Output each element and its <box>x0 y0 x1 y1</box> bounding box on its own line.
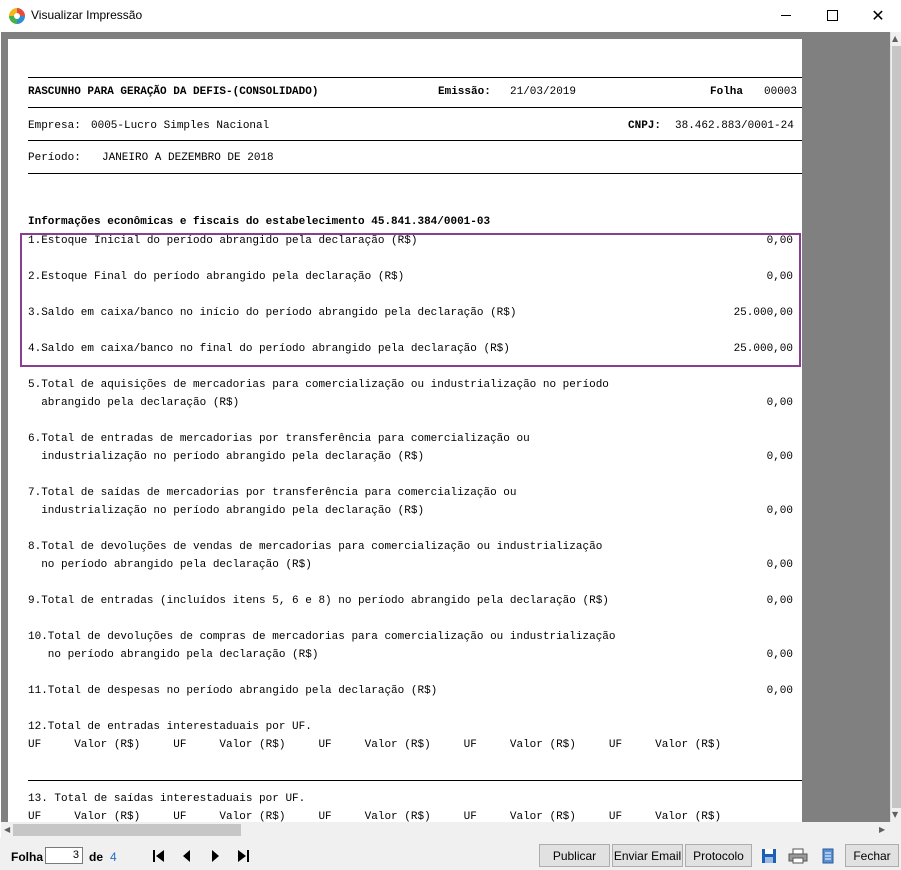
save-button[interactable] <box>757 844 781 867</box>
item12-title: 12.Total de entradas interestaduais por … <box>28 721 312 733</box>
scroll-left-icon[interactable]: ◀ <box>4 825 10 834</box>
app-logo-icon <box>9 8 25 24</box>
folha-label: Folha <box>11 850 43 864</box>
scroll-right-icon[interactable]: ▶ <box>879 825 885 834</box>
emissao-label: Emissão: <box>438 86 491 98</box>
title-bar: Visualizar Impressão ✕ <box>0 0 901 32</box>
item-value: 0,00 <box>766 595 793 607</box>
item-label-continued: abrangido pela declaração (R$) <box>28 397 240 409</box>
item-value: 0,00 <box>766 397 793 409</box>
first-page-button[interactable] <box>147 845 171 867</box>
horizontal-scroll-thumb[interactable] <box>13 824 241 836</box>
periodo-value: JANEIRO A DEZEMBRO DE 2018 <box>102 152 274 164</box>
publicar-button[interactable]: Publicar <box>539 844 610 867</box>
print-icon <box>788 848 808 863</box>
prev-page-icon <box>183 850 190 862</box>
folha-value: 00003 <box>764 86 798 98</box>
periodo-label: Período: <box>28 152 81 164</box>
item-label: 8.Total de devoluções de vendas de merca… <box>28 541 603 553</box>
print-preview-area[interactable]: RASCUNHO PARA GERAÇÃO DA DEFIS-(CONSOLID… <box>1 32 890 822</box>
section-title: Informações econômicas e fiscais do esta… <box>28 216 491 228</box>
bottom-toolbar: Folha 3 de 4 Publicar Enviar Email Proto… <box>0 838 901 870</box>
next-page-icon <box>212 850 219 862</box>
vertical-scroll-thumb[interactable] <box>892 46 901 808</box>
fechar-button[interactable]: Fechar <box>845 844 899 867</box>
folha-label: Folha <box>710 86 744 98</box>
item-label-continued: industrialização no período abrangido pe… <box>28 505 425 517</box>
uf-header: UF Valor (R$) UF Valor (R$) UF Valor (R$… <box>28 739 722 751</box>
scroll-corner <box>890 822 901 838</box>
item-label: 3.Saldo em caixa/banco no início do perí… <box>28 307 517 319</box>
item13-title: 13. Total de saídas interestaduais por U… <box>28 793 306 805</box>
window-title: Visualizar Impressão <box>31 8 143 22</box>
divider <box>28 140 802 141</box>
prev-page-button[interactable] <box>175 845 199 867</box>
item-label-continued: industrialização no período abrangido pe… <box>28 451 425 463</box>
item-value: 0,00 <box>766 451 793 463</box>
divider <box>28 107 802 108</box>
maximize-icon <box>826 10 838 21</box>
item-label: 11.Total de despesas no período abrangid… <box>28 685 438 697</box>
de-label: de <box>89 850 104 864</box>
cnpj-label: CNPJ: <box>628 120 662 132</box>
cnpj-value: 38.462.883/0001-24 <box>675 120 794 132</box>
document-button[interactable] <box>816 844 840 867</box>
uf-header: UF Valor (R$) UF Valor (R$) UF Valor (R$… <box>28 811 722 822</box>
report-heading: RASCUNHO PARA GERAÇÃO DA DEFIS-(CONSOLID… <box>28 86 319 98</box>
last-page-icon <box>238 850 249 862</box>
item-label: 2.Estoque Final do período abrangido pel… <box>28 271 405 283</box>
last-page-button[interactable] <box>231 845 255 867</box>
item-label: 6.Total de entradas de mercadorias por t… <box>28 433 530 445</box>
horizontal-scrollbar[interactable]: ◀ ▶ <box>1 822 890 838</box>
item-label-continued: no período abrangido pela declaração (R$… <box>28 649 319 661</box>
enviar-email-button[interactable]: Enviar Email <box>612 844 683 867</box>
item-label: 1.Estoque Inicial do período abrangido p… <box>28 235 418 247</box>
next-page-button[interactable] <box>203 845 227 867</box>
total-pages: 4 <box>110 850 117 864</box>
save-icon <box>762 848 776 863</box>
scroll-up-icon[interactable]: ▲ <box>892 34 898 43</box>
page-number-input[interactable]: 3 <box>45 847 83 864</box>
divider <box>28 173 802 174</box>
item-value: 25.000,00 <box>733 307 793 319</box>
close-icon: ✕ <box>871 6 885 25</box>
item-value: 0,00 <box>766 235 793 247</box>
close-button[interactable]: ✕ <box>855 0 901 31</box>
maximize-button[interactable] <box>809 0 855 31</box>
item-value: 0,00 <box>766 559 793 571</box>
item-value: 0,00 <box>766 685 793 697</box>
item-label: 5.Total de aquisições de mercadorias par… <box>28 379 609 391</box>
item-value: 25.000,00 <box>733 343 793 355</box>
minimize-icon <box>781 15 791 16</box>
report-page: RASCUNHO PARA GERAÇÃO DA DEFIS-(CONSOLID… <box>8 39 802 822</box>
item-label: 10.Total de devoluções de compras de mer… <box>28 631 616 643</box>
empresa-label: Empresa: <box>28 120 81 132</box>
item-value: 0,00 <box>766 271 793 283</box>
emissao-value: 21/03/2019 <box>510 86 577 98</box>
divider <box>28 77 802 78</box>
empresa-value: 0005-Lucro Simples Nacional <box>91 120 270 132</box>
divider <box>28 780 802 781</box>
first-page-icon <box>153 850 164 862</box>
scroll-down-icon[interactable]: ▼ <box>892 810 898 819</box>
print-button[interactable] <box>786 844 810 867</box>
protocolo-button[interactable]: Protocolo <box>685 844 752 867</box>
vertical-scrollbar[interactable]: ▲ ▼ <box>890 32 901 822</box>
item-value: 0,00 <box>766 649 793 661</box>
document-icon <box>822 848 834 863</box>
item-label: 9.Total de entradas (incluídos itens 5, … <box>28 595 609 607</box>
item-value: 0,00 <box>766 505 793 517</box>
minimize-button[interactable] <box>763 0 809 31</box>
item-label: 4.Saldo em caixa/banco no final do perío… <box>28 343 510 355</box>
item-label-continued: no período abrangido pela declaração (R$… <box>28 559 312 571</box>
item-label: 7.Total de saídas de mercadorias por tra… <box>28 487 517 499</box>
